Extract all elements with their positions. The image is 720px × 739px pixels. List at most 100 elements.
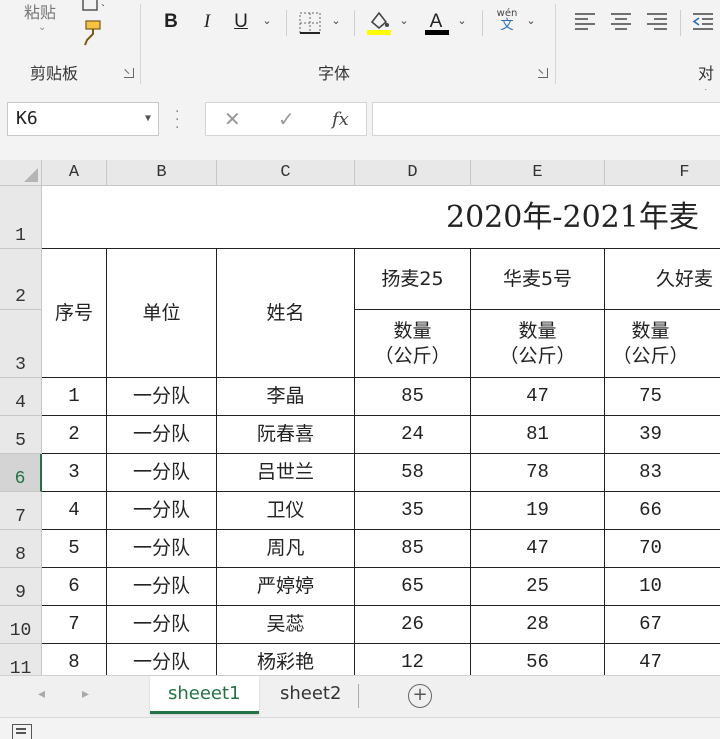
cancel-icon[interactable]: ✕ [224, 107, 241, 131]
quantity-e-cell[interactable]: 81 [471, 416, 605, 454]
header-unit-cell[interactable]: 单位 [107, 249, 217, 378]
name-box-dropdown-icon[interactable]: ▼ [145, 103, 151, 135]
name-cell[interactable]: 卫仪 [217, 492, 355, 530]
header-quantity-cell[interactable]: 数量 （公斤） [355, 310, 471, 378]
enter-icon[interactable]: ✓ [278, 107, 295, 131]
quantity-e-cell[interactable]: 19 [471, 492, 605, 530]
quantity-f-cell[interactable]: 66 [605, 492, 720, 530]
seq-cell[interactable]: 3 [42, 454, 107, 492]
column-header[interactable]: E [471, 160, 605, 186]
font-launcher-icon[interactable] [538, 68, 548, 78]
row-header[interactable]: 2 [0, 249, 42, 310]
row-header[interactable]: 9 [0, 568, 42, 606]
header-name-cell[interactable]: 姓名 [217, 249, 355, 378]
sheet-tab[interactable]: sheet2 [262, 676, 359, 714]
header-seq-cell[interactable]: 序号 [42, 249, 107, 378]
quantity-e-cell[interactable]: 78 [471, 454, 605, 492]
column-header[interactable]: A [42, 160, 107, 186]
header-variety-cell[interactable]: 华麦5号 [471, 249, 605, 310]
border-dropdown-icon[interactable]: ⌄ [330, 12, 342, 30]
decrease-indent-icon[interactable] [692, 12, 714, 32]
seq-cell[interactable]: 2 [42, 416, 107, 454]
row-header[interactable]: 3 [0, 310, 42, 378]
unit-cell[interactable]: 一分队 [107, 606, 217, 644]
unit-cell[interactable]: 一分队 [107, 416, 217, 454]
clipboard-launcher-icon[interactable] [124, 68, 134, 78]
quantity-e-cell[interactable]: 25 [471, 568, 605, 606]
bold-button[interactable]: B [160, 8, 182, 36]
row-header[interactable]: 10 [0, 606, 42, 644]
add-sheet-icon[interactable]: + [408, 684, 432, 708]
fill-color-icon[interactable] [366, 8, 392, 36]
align-right-icon[interactable] [646, 12, 668, 32]
border-icon[interactable] [298, 11, 322, 35]
phonetic-dropdown-icon[interactable]: ⌄ [525, 12, 537, 30]
align-center-icon[interactable] [610, 12, 632, 32]
quantity-e-cell[interactable]: 47 [471, 378, 605, 416]
formula-input[interactable] [372, 102, 720, 136]
scroll-tabs-right-icon[interactable]: ▸ [82, 686, 89, 702]
macro-record-icon[interactable] [12, 724, 32, 739]
header-variety-cell[interactable]: 扬麦25 [355, 249, 471, 310]
quantity-f-cell[interactable]: 67 [605, 606, 720, 644]
name-cell[interactable]: 吴蕊 [217, 606, 355, 644]
unit-cell[interactable]: 一分队 [107, 378, 217, 416]
unit-cell[interactable]: 一分队 [107, 454, 217, 492]
quantity-d-cell[interactable]: 85 [355, 530, 471, 568]
name-cell[interactable]: 李晶 [217, 378, 355, 416]
sheet-title-cell[interactable]: 2020年-2021年麦 [42, 186, 720, 249]
paste-button-label[interactable]: 粘贴 [24, 0, 56, 23]
header-quantity-cell[interactable]: 数量 （公斤） [605, 310, 720, 378]
quantity-f-cell[interactable]: 75 [605, 378, 720, 416]
quantity-e-cell[interactable]: 28 [471, 606, 605, 644]
underline-dropdown-icon[interactable]: ⌄ [261, 12, 273, 30]
header-variety-cell[interactable]: 久好麦 [605, 249, 720, 310]
font-color-dropdown-icon[interactable]: ⌄ [456, 12, 468, 30]
format-painter-icon[interactable] [80, 18, 106, 48]
quantity-f-cell[interactable]: 70 [605, 530, 720, 568]
sheet-tab-active[interactable]: sheeet1 [150, 676, 259, 714]
name-cell[interactable]: 严婷婷 [217, 568, 355, 606]
unit-cell[interactable]: 一分队 [107, 530, 217, 568]
unit-cell[interactable]: 一分队 [107, 492, 217, 530]
row-header[interactable]: 5 [0, 416, 42, 454]
select-all-button[interactable] [0, 160, 42, 186]
column-header[interactable]: F [605, 160, 720, 186]
seq-cell[interactable]: 7 [42, 606, 107, 644]
paste-dropdown-icon[interactable]: ⌄ [38, 22, 46, 33]
column-header[interactable]: B [107, 160, 217, 186]
name-box[interactable]: K6 ▼ [7, 102, 159, 136]
seq-cell[interactable]: 4 [42, 492, 107, 530]
quantity-d-cell[interactable]: 26 [355, 606, 471, 644]
more-options-icon[interactable]: · · · [175, 105, 179, 135]
quantity-d-cell[interactable]: 85 [355, 378, 471, 416]
quantity-d-cell[interactable]: 24 [355, 416, 471, 454]
underline-button[interactable]: U [230, 8, 252, 36]
row-header[interactable]: 7 [0, 492, 42, 530]
name-cell[interactable]: 周凡 [217, 530, 355, 568]
unit-cell[interactable]: 一分队 [107, 568, 217, 606]
copy-icon[interactable]: ⌄ [80, 0, 104, 14]
column-header[interactable]: D [355, 160, 471, 186]
row-header-active[interactable]: 6 [0, 454, 42, 492]
seq-cell[interactable]: 1 [42, 378, 107, 416]
row-header[interactable]: 4 [0, 378, 42, 416]
header-quantity-cell[interactable]: 数量 （公斤） [471, 310, 605, 378]
seq-cell[interactable]: 5 [42, 530, 107, 568]
quantity-d-cell[interactable]: 58 [355, 454, 471, 492]
quantity-d-cell[interactable]: 35 [355, 492, 471, 530]
row-header[interactable]: 1 [0, 186, 42, 249]
quantity-f-cell[interactable]: 10 [605, 568, 720, 606]
seq-cell[interactable]: 6 [42, 568, 107, 606]
column-header[interactable]: C [217, 160, 355, 186]
italic-button[interactable]: I [196, 8, 218, 36]
quantity-f-cell[interactable]: 39 [605, 416, 720, 454]
name-cell[interactable]: 阮春喜 [217, 416, 355, 454]
name-cell[interactable]: 吕世兰 [217, 454, 355, 492]
quantity-f-cell[interactable]: 83 [605, 454, 720, 492]
quantity-e-cell[interactable]: 47 [471, 530, 605, 568]
phonetic-button[interactable]: wén 文 [494, 8, 520, 32]
insert-function-icon[interactable]: fx [332, 109, 349, 130]
align-left-icon[interactable] [574, 12, 596, 32]
fill-color-dropdown-icon[interactable]: ⌄ [398, 12, 410, 30]
